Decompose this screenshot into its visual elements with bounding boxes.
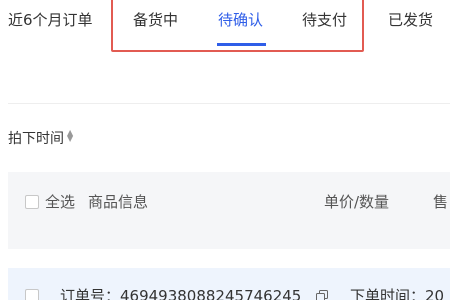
tab-pending-confirmation[interactable]: 待确认	[218, 10, 263, 30]
tab-recent-6-months[interactable]: 近6个月订单	[8, 10, 93, 30]
select-all-checkbox[interactable]	[25, 195, 39, 209]
orders-page: 近6个月订单 备货中 待确认 待支付 已发货 拍下时间 ▲ ▼ 全选 商品信息 单价…	[0, 0, 450, 300]
order-status-tabs: 近6个月订单 备货中 待确认 待支付 已发货	[0, 0, 450, 52]
sort-by-order-time[interactable]: 拍下时间 ▲ ▼	[8, 129, 73, 149]
sort-label: 拍下时间	[8, 131, 64, 147]
column-product-info: 商品信息	[88, 193, 149, 211]
order-row: 订单号：4694938088245746245 下单时间：20	[8, 268, 450, 300]
tab-shipped[interactable]: 已发货	[388, 10, 433, 30]
column-price-quantity: 单价/数量	[324, 193, 390, 211]
order-time: 下单时间：20	[350, 287, 445, 300]
tab-preparing[interactable]: 备货中	[133, 10, 178, 30]
tab-pending-payment[interactable]: 待支付	[302, 10, 347, 30]
table-header: 全选 商品信息 单价/数量 售	[8, 172, 450, 249]
column-after-sale: 售	[433, 193, 449, 211]
sort-arrows-icon: ▲ ▼	[67, 128, 74, 143]
order-checkbox[interactable]	[25, 289, 39, 300]
select-all-label: 全选	[45, 193, 76, 211]
copy-icon[interactable]	[316, 290, 328, 300]
divider	[8, 103, 450, 104]
order-number: 订单号：4694938088245746245	[60, 287, 302, 300]
active-tab-indicator	[217, 43, 266, 46]
